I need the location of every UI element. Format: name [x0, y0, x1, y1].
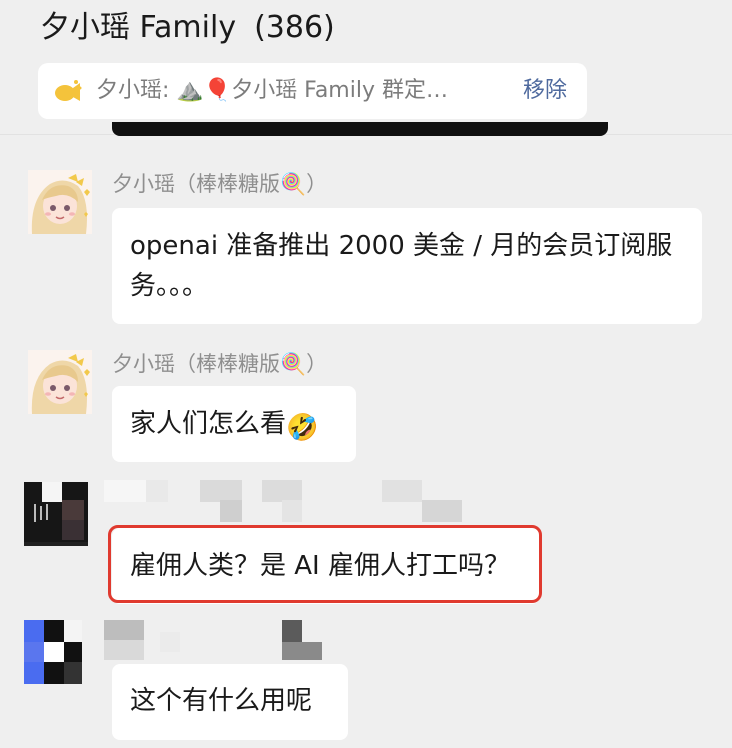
message-text: 家人们怎么看 — [130, 409, 287, 439]
sender-name: 夕小瑶（棒棒糖版🍭） — [112, 172, 328, 196]
pixelated-blue-avatar-icon — [24, 620, 82, 684]
sender-name: 夕小瑶（棒棒糖版🍭） — [112, 352, 328, 376]
blurred-sender-name — [422, 500, 462, 522]
pixelated-blue-avatar[interactable] — [24, 620, 82, 684]
group-name: 夕小瑶 Family — [40, 10, 237, 45]
pixelated-avatar[interactable] — [24, 482, 88, 546]
blurred-sender-name — [220, 500, 242, 522]
blurred-sender-name — [104, 480, 146, 502]
anime-girl-avatar-icon — [28, 170, 92, 234]
pinned-message-bar[interactable]: 夕小瑶: ⛰️🎈夕小瑶 Family 群定… 移除 — [38, 63, 587, 119]
message-text: openai 准备推出 2000 美金 / 月的会员订阅服务。。。 — [130, 231, 673, 301]
blurred-sender-name — [382, 480, 422, 502]
chat-header: 夕小瑶 Family (386) 夕小瑶: ⛰️🎈夕小瑶 Family 群定… 移… — [0, 0, 732, 135]
message-bubble[interactable]: 这个有什么用呢 — [112, 664, 348, 740]
message-text: 这个有什么用呢 — [130, 686, 313, 716]
highlight-box — [108, 525, 542, 603]
message-bubble[interactable]: openai 准备推出 2000 美金 / 月的会员订阅服务。。。 — [112, 208, 702, 324]
member-count: (386) — [254, 10, 335, 45]
blurred-sender-name — [104, 620, 144, 640]
blurred-sender-name — [104, 640, 144, 660]
megaphone-icon — [55, 80, 82, 101]
group-title[interactable]: 夕小瑶 Family (386) — [40, 8, 335, 48]
anime-girl-avatar-icon — [28, 350, 92, 414]
pixelated-avatar-icon — [24, 482, 88, 546]
remove-pin-button[interactable]: 移除 — [523, 77, 567, 105]
blurred-sender-name — [282, 642, 322, 660]
blurred-sender-name — [282, 500, 302, 522]
blurred-sender-name — [262, 480, 302, 502]
message-bubble[interactable]: 家人们怎么看🤣 — [112, 386, 356, 462]
blurred-sender-name — [146, 480, 168, 502]
avatar[interactable] — [28, 170, 92, 234]
laughing-face-icon: 🤣 — [286, 413, 319, 443]
blurred-sender-name — [160, 632, 180, 652]
pinned-message-text: 夕小瑶: ⛰️🎈夕小瑶 Family 群定… — [96, 78, 448, 103]
previous-message-bubble — [112, 122, 608, 136]
blurred-sender-name — [200, 480, 242, 502]
blurred-sender-name — [282, 620, 302, 642]
avatar[interactable] — [28, 350, 92, 414]
